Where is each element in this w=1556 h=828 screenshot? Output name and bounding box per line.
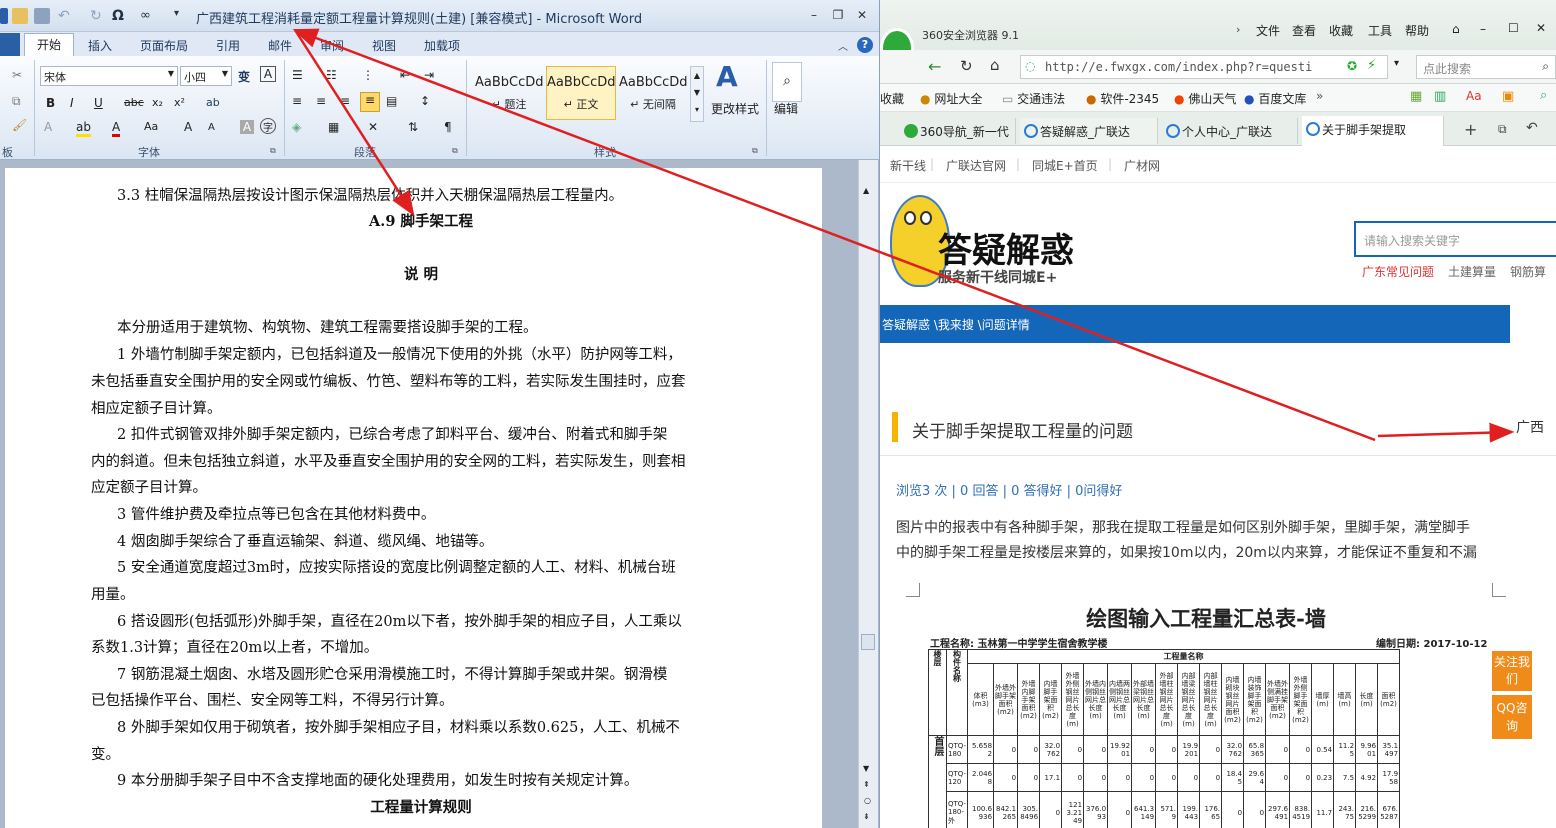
red-arrow	[292, 28, 1376, 442]
red-arrow	[1377, 422, 1515, 443]
red-arrow	[293, 29, 415, 217]
annotation-overlay	[292, 28, 1515, 443]
